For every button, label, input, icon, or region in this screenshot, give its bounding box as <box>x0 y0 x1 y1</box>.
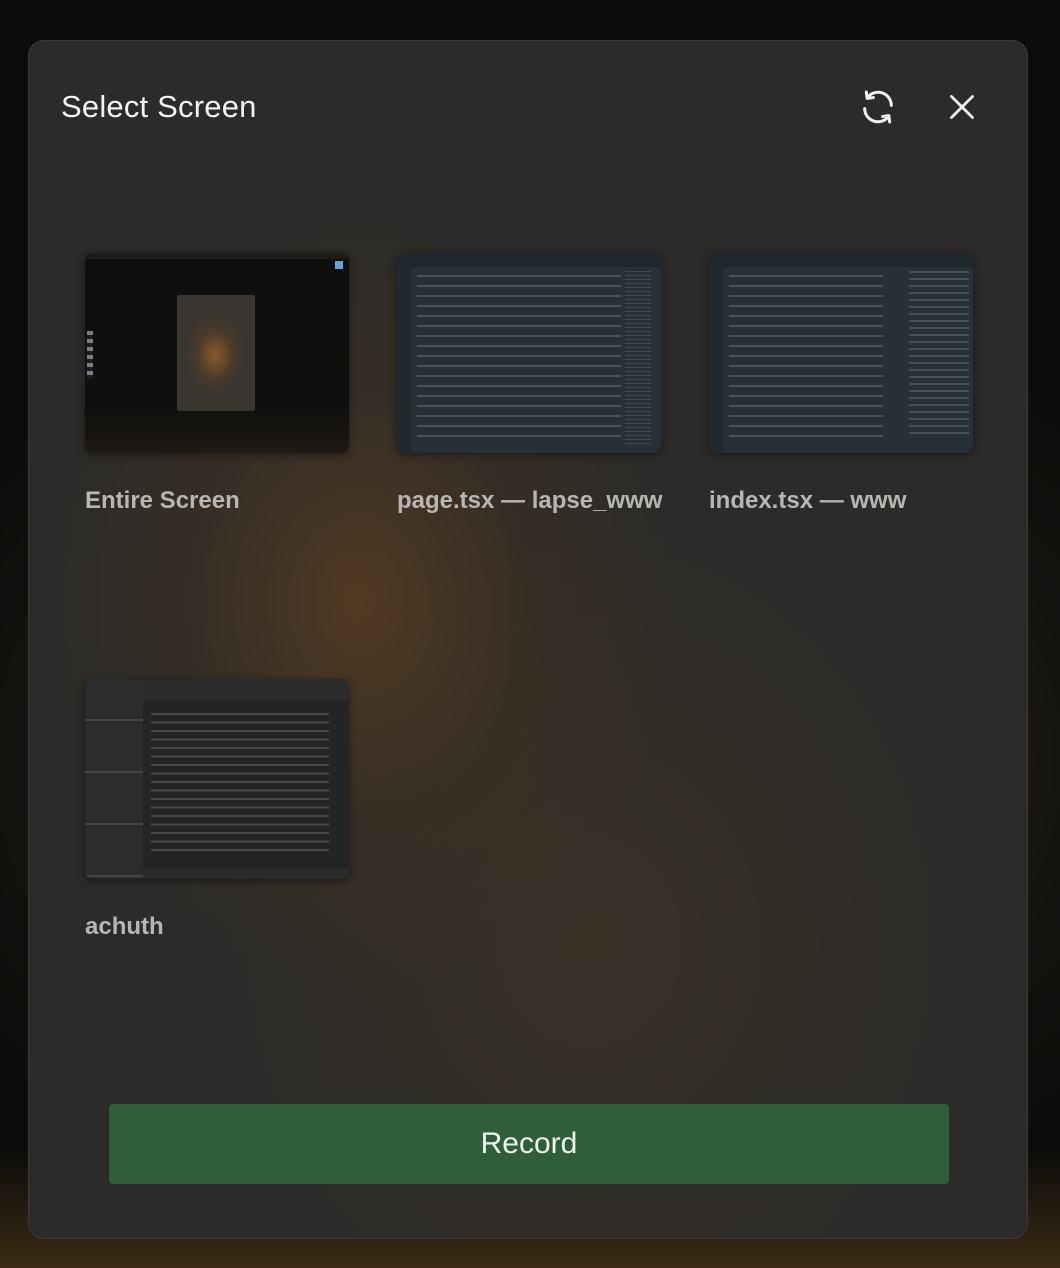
source-thumbnail <box>85 253 349 453</box>
close-button[interactable] <box>940 85 984 129</box>
source-label: page.tsx — lapse_www <box>397 487 663 514</box>
source-window-index-tsx[interactable]: index.tsx — www <box>709 253 973 515</box>
source-window-achuth[interactable]: achuth <box>85 679 349 941</box>
source-label: Entire Screen <box>85 487 240 514</box>
record-button[interactable]: Record <box>109 1104 949 1184</box>
dialog-header: Select Screen <box>29 41 1027 171</box>
source-label: index.tsx — www <box>709 487 907 514</box>
refresh-icon <box>863 90 893 124</box>
source-thumbnail <box>709 253 973 453</box>
refresh-button[interactable] <box>856 85 900 129</box>
source-window-page-tsx[interactable]: page.tsx — lapse_www <box>397 253 663 515</box>
source-thumbnail <box>85 679 349 879</box>
select-screen-dialog: Select Screen Entire Screen page.tsx — l… <box>28 40 1028 1239</box>
source-entire-screen[interactable]: Entire Screen <box>85 253 349 515</box>
close-icon <box>950 95 974 119</box>
source-label: achuth <box>85 913 164 940</box>
dialog-title: Select Screen <box>61 89 257 124</box>
source-thumbnail <box>397 253 661 453</box>
